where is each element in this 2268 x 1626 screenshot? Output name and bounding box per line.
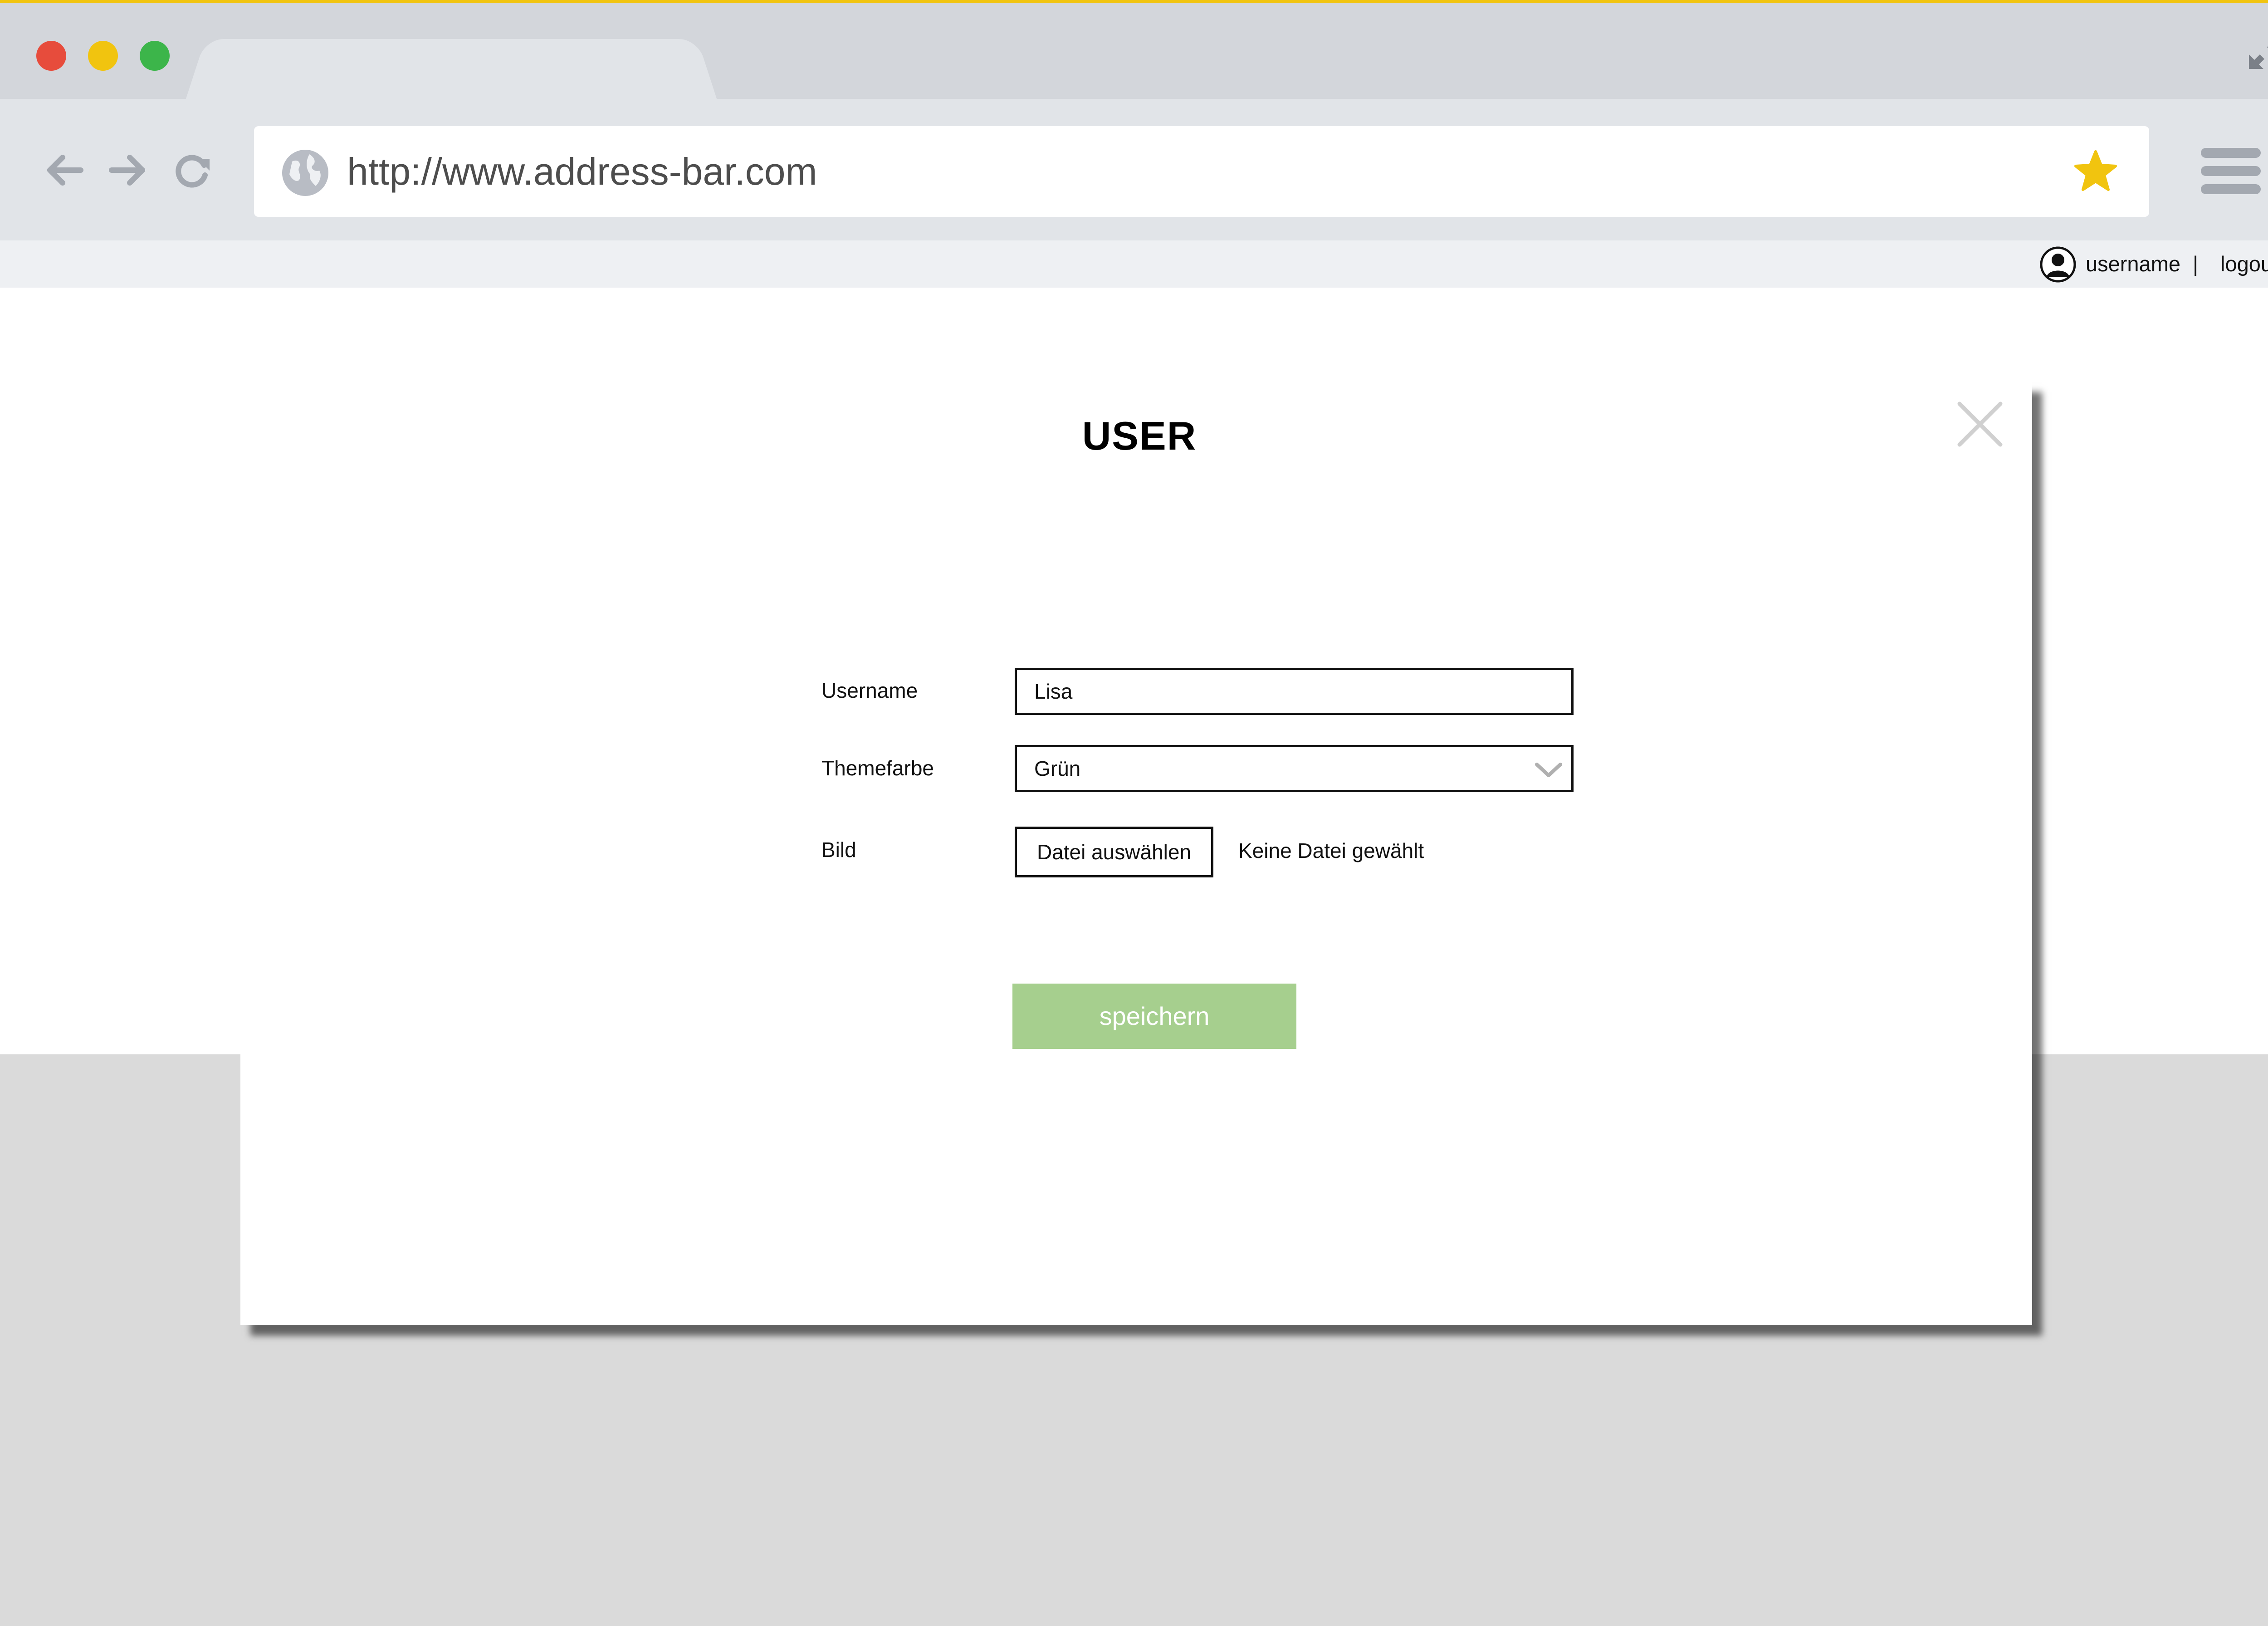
- address-bar[interactable]: http://www.address-bar.com: [254, 126, 2149, 217]
- theme-color-label: Themefarbe: [821, 756, 934, 780]
- save-button[interactable]: speichern: [1012, 984, 1296, 1049]
- file-status-text: Keine Datei gewählt: [1238, 839, 1424, 862]
- globe-icon: [282, 150, 328, 196]
- username-label[interactable]: username: [2086, 240, 2180, 288]
- theme-color-value: Grün: [1034, 757, 1081, 780]
- modal-title: USER: [1082, 413, 1197, 458]
- maximize-window-button[interactable]: [140, 41, 170, 71]
- hamburger-menu-icon[interactable]: [2199, 146, 2263, 196]
- close-window-button[interactable]: [36, 41, 66, 71]
- browser-tab[interactable]: [213, 39, 689, 103]
- fullscreen-icon[interactable]: [2245, 33, 2268, 73]
- forward-arrow-icon[interactable]: [107, 150, 148, 191]
- star-icon[interactable]: [2073, 149, 2118, 194]
- user-settings-modal: USER Username Lisa Themefarbe Grün Bild …: [240, 381, 2032, 1325]
- choose-file-button[interactable]: Datei auswählen: [1015, 827, 1213, 877]
- username-field-label: Username: [821, 679, 918, 702]
- username-input[interactable]: Lisa: [1015, 668, 1574, 715]
- image-field-label: Bild: [821, 838, 856, 862]
- logout-link[interactable]: logout: [2220, 240, 2268, 288]
- tab-bar: [0, 3, 2268, 103]
- theme-color-select[interactable]: Grün: [1015, 745, 1574, 792]
- reload-icon[interactable]: [172, 150, 213, 191]
- user-avatar-icon: [2040, 246, 2076, 283]
- chevron-down-icon: [1535, 763, 1562, 777]
- url-text[interactable]: http://www.address-bar.com: [347, 126, 817, 217]
- minimize-window-button[interactable]: [88, 41, 118, 71]
- userbar-separator: |: [2193, 252, 2199, 276]
- user-bar: username | logout: [0, 240, 2268, 288]
- back-arrow-icon[interactable]: [44, 150, 85, 191]
